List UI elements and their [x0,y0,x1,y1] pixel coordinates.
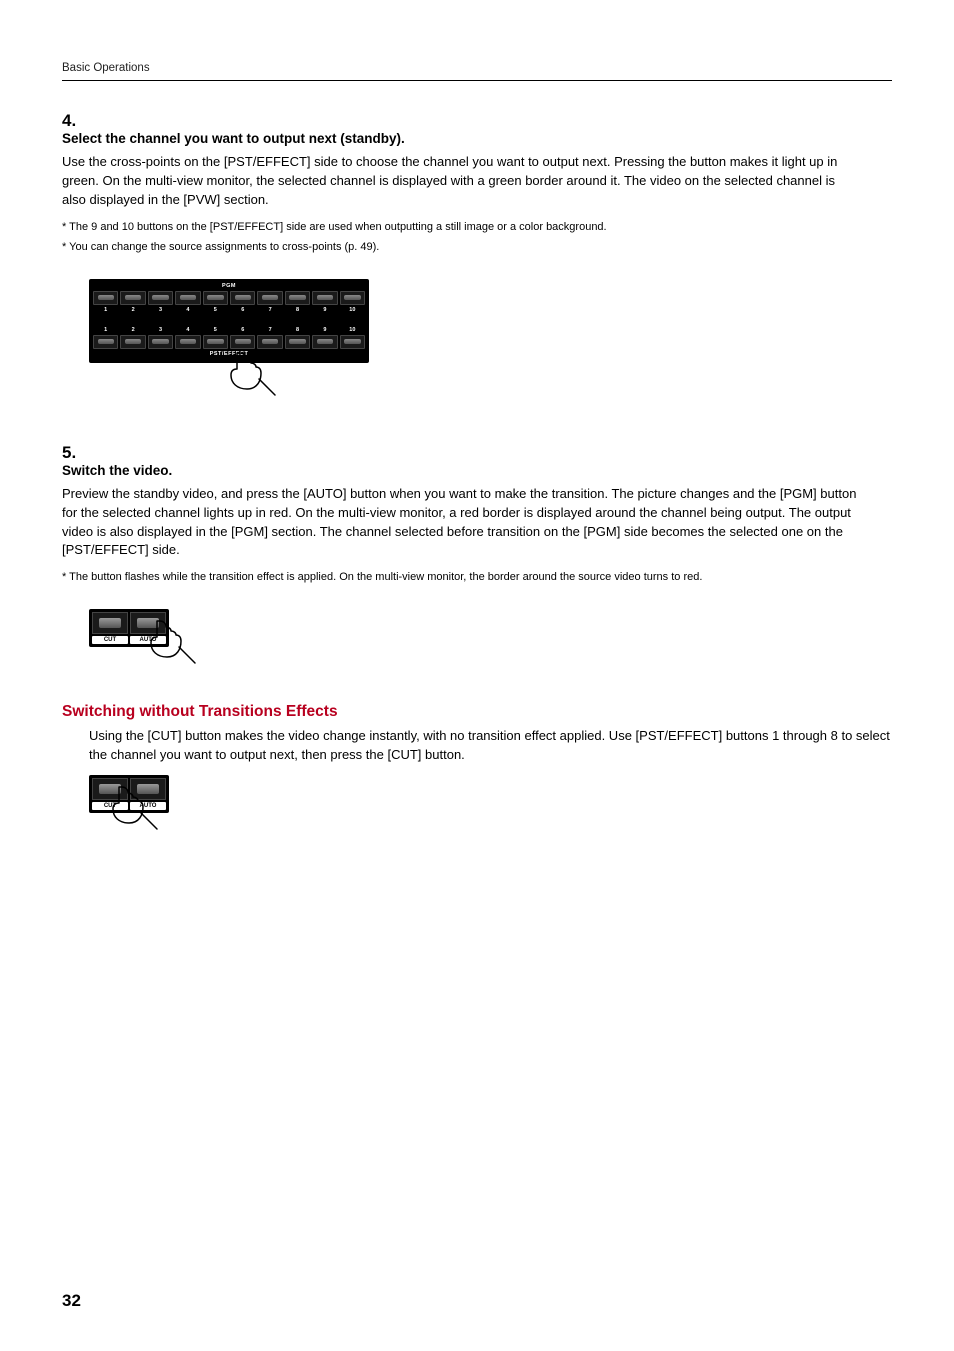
step-5: 5. Switch the video. Preview the standby… [62,443,892,589]
subsection-heading: Switching without Transitions Effects [62,703,892,721]
crosspoint-illustration: PGM 12345678910 12345678910 PST/EFFECT [89,279,892,423]
pgm-button-row [93,291,365,305]
cut-auto-illustration-cut: CUT AUTO [89,775,892,845]
page-number: 32 [62,1291,81,1311]
step-4: 4. Select the channel you want to output… [62,111,892,259]
pgm-number-row: 12345678910 [93,307,365,313]
cut-auto-illustration-auto: CUT AUTO [89,609,892,679]
step-4-note-2: You can change the source assignments to… [62,238,862,257]
step-5-note-1: The button flashes while the transition … [62,568,862,587]
step-number-5: 5. [62,443,88,463]
subsection-body: Using the [CUT] button makes the video c… [89,727,892,765]
hand-pointer-icon [139,613,199,673]
header-section: Basic Operations [62,62,892,74]
step-4-title: Select the channel you want to output ne… [62,131,862,146]
step-5-title: Switch the video. [62,463,862,478]
step-number-4: 4. [62,111,88,131]
cut-button-graphic: CUT [92,612,128,644]
pst-number-row: 12345678910 [93,327,365,333]
header-rule [62,80,892,81]
hand-pointer-icon [101,779,161,839]
step-5-body: Preview the standby video, and press the… [62,485,862,560]
step-4-body: Use the cross-points on the [PST/EFFECT]… [62,153,862,210]
step-4-note-1: The 9 and 10 buttons on the [PST/EFFECT]… [62,218,862,237]
hand-pointer-icon [219,345,279,405]
pgm-label: PGM [93,283,365,289]
